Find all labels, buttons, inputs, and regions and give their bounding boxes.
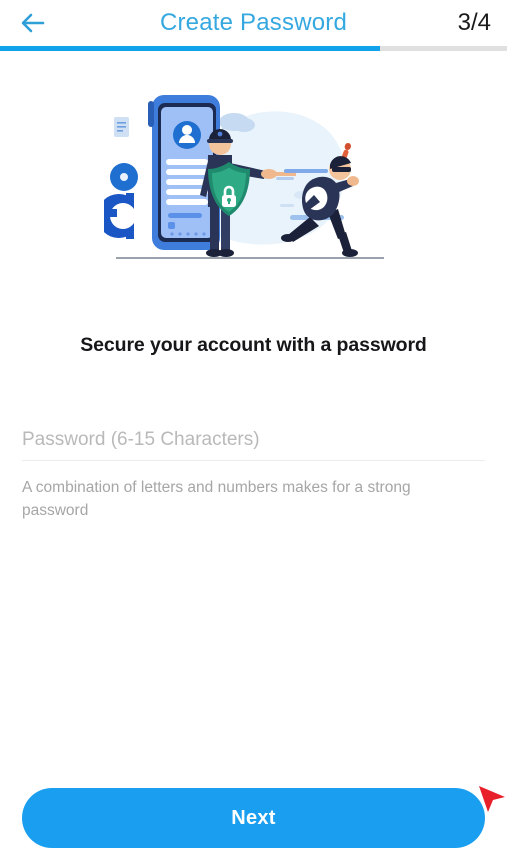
progress-bar <box>0 46 507 51</box>
gear-icon <box>103 193 134 239</box>
password-input[interactable] <box>22 429 485 451</box>
header-bar: Create Password 3/4 <box>0 0 507 46</box>
ground-line <box>115 257 384 259</box>
password-field-wrapper[interactable] <box>22 429 485 461</box>
account-security-illustration <box>103 95 384 259</box>
progress-bar-fill <box>0 46 381 51</box>
document-icon <box>113 117 129 137</box>
arrow-left-icon <box>20 12 46 34</box>
next-button[interactable]: Next <box>22 788 485 848</box>
footer-area: Next <box>0 780 507 862</box>
back-button[interactable] <box>16 6 50 40</box>
form-area: A combination of letters and numbers mak… <box>0 429 507 523</box>
headline: Secure your account with a password <box>80 334 427 356</box>
page-title: Create Password <box>159 9 348 36</box>
step-counter: 3/4 <box>457 9 491 36</box>
illustration-area <box>0 77 507 292</box>
gear-icon-round <box>109 163 138 191</box>
create-password-screen: Create Password 3/4 Secure your account … <box>0 0 507 862</box>
password-helper-text: A combination of letters and numbers mak… <box>22 479 411 520</box>
